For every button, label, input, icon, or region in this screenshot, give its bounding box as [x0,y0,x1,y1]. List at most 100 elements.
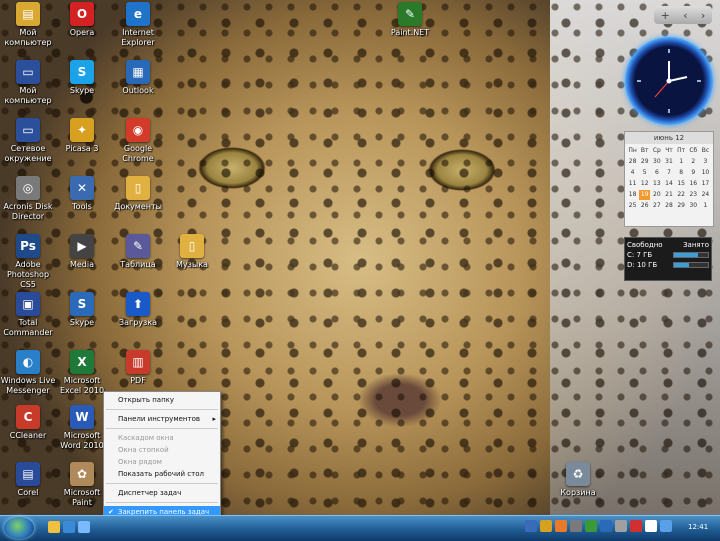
app-icon: ✕ [70,176,94,200]
context-menu-item[interactable]: Окна стопкой [104,444,220,456]
context-menu-item[interactable]: Окна рядом [104,456,220,468]
calendar-date[interactable]: 31 [663,157,674,167]
context-menu-item[interactable]: Диспетчер задач [104,487,220,499]
tray-icon[interactable] [570,520,582,532]
tray-icon[interactable] [585,520,597,532]
calendar-gadget[interactable]: июнь 12 Пн Вт Ср Чт Пт Сб Вс 28 29 30 31 1 2 3 4 5 6 7 8 9 1… [624,131,714,227]
calendar-date[interactable]: 19 [639,190,651,200]
calendar-date[interactable]: 24 [700,190,711,200]
calendar-date[interactable]: 28 [663,201,674,211]
quick-launch-icon[interactable] [78,521,90,533]
calendar-date[interactable]: 5 [639,168,650,178]
context-menu-item[interactable]: Показать рабочий стол [104,468,220,480]
desktop-icon[interactable]: ✎ Таблица [110,234,166,270]
calendar-date[interactable]: 17 [700,179,711,189]
desktop-icon[interactable]: ✿ Microsoft Paint [54,462,110,508]
taskbar-context-menu: Открыть папку Панели инструментов ▸ Каскадо… [103,391,221,533]
gadget-prev-button[interactable]: ‹ [683,9,687,22]
calendar-date[interactable]: 30 [651,157,662,167]
menu-separator [106,428,218,429]
calendar-date[interactable]: 29 [639,157,650,167]
desktop-icon[interactable]: S Skype [54,292,110,328]
tray-icon[interactable] [555,520,567,532]
desktop-icon[interactable]: ▤ Мой компьютер [0,2,56,48]
tray-icon[interactable] [630,520,642,532]
desktop-icon[interactable]: ♻ Корзина [550,462,606,498]
desktop-icon[interactable]: ▭ Сетевое окружение [0,118,56,164]
start-button[interactable] [4,517,34,539]
tray-icon[interactable] [615,520,627,532]
calendar-date[interactable]: 22 [676,190,687,200]
calendar-date[interactable]: 1 [676,157,687,167]
desktop-icon-label: Microsoft Word 2010 [60,431,104,450]
calendar-date[interactable]: 18 [627,190,638,200]
desktop-icon[interactable]: ▶ Media [54,234,110,270]
calendar-date[interactable]: 23 [688,190,699,200]
tray-icon[interactable] [600,520,612,532]
desktop-icon[interactable]: ◎ Acronis Disk Director [0,176,56,222]
desktop-icon[interactable]: ✦ Picasa 3 [54,118,110,154]
desktop-icon-label: Microsoft Excel 2010 [59,376,105,395]
calendar-date[interactable]: 9 [688,168,699,178]
desktop-icon[interactable]: ▯ Музыка [164,234,220,270]
app-icon: ✿ [70,462,94,486]
context-menu-item[interactable]: Открыть папку [104,394,220,406]
desktop-icon[interactable]: ✎ Paint.NET [382,2,438,38]
desktop-icon[interactable]: ⬆ Загрузка [110,292,166,328]
calendar-date[interactable]: 27 [651,201,662,211]
calendar-date[interactable]: 28 [627,157,638,167]
menu-separator [106,502,218,503]
calendar-date[interactable]: 16 [688,179,699,189]
calendar-date[interactable]: 7 [663,168,674,178]
calendar-date[interactable]: 4 [627,168,638,178]
desktop-icon-label: Corel [17,488,39,497]
quick-launch-icon[interactable] [63,521,75,533]
gadget-next-button[interactable]: › [701,9,705,22]
context-menu-item[interactable]: Панели инструментов ▸ [104,413,220,425]
desktop-icon[interactable]: S Skype [54,60,110,96]
desktop-icon[interactable]: ◉ Google Chrome [110,118,166,164]
desktop-icon[interactable]: ▣ Total Commander [0,292,56,338]
desktop-icon[interactable]: ▦ Outlook [110,60,166,96]
calendar-date[interactable]: 6 [651,168,662,178]
desktop-icon[interactable]: ▤ Corel [0,462,56,498]
gadget-add-button[interactable]: + [661,9,670,22]
desktop-icon[interactable]: ◐ Windows Live Messenger [0,350,56,396]
quick-launch-icon[interactable] [48,521,60,533]
desktop-icon[interactable]: W Microsoft Word 2010 [54,405,110,451]
tray-icon[interactable] [645,520,657,532]
drive-meter-gadget[interactable]: Свободно Занято C: 7 ГБ D: 10 ГБ [624,237,712,281]
desktop-icon[interactable]: C CCleaner [0,405,56,441]
calendar-date[interactable]: 1 [700,201,711,211]
calendar-date[interactable]: 30 [688,201,699,211]
desktop-icon[interactable]: e Internet Explorer [110,2,166,48]
calendar-date[interactable]: 8 [676,168,687,178]
tray-icon[interactable] [525,520,537,532]
desktop-icon[interactable]: ▭ Мой компьютер [0,60,56,106]
calendar-date[interactable]: 26 [639,201,650,211]
calendar-date[interactable]: 10 [700,168,711,178]
calendar-date[interactable]: 29 [676,201,687,211]
tray-icon[interactable] [540,520,552,532]
calendar-date[interactable]: 3 [700,157,711,167]
calendar-date[interactable]: 11 [627,179,638,189]
desktop-icon[interactable]: Ps Adobe Photoshop CS5 [0,234,56,290]
context-menu-item[interactable]: Каскадом окна [104,432,220,444]
desktop-icon[interactable]: O Opera [54,2,110,38]
calendar-date[interactable]: 25 [627,201,638,211]
app-icon: e [126,2,150,26]
calendar-date[interactable]: 12 [639,179,650,189]
calendar-date[interactable]: 13 [651,179,662,189]
desktop-icon[interactable]: ✕ Tools [54,176,110,212]
tray-clock[interactable]: 12:41 [688,523,708,531]
tray-icon[interactable] [660,520,672,532]
calendar-date[interactable]: 15 [676,179,687,189]
desktop-icon[interactable]: X Microsoft Excel 2010 [54,350,110,396]
calendar-date[interactable]: 21 [663,190,674,200]
calendar-date[interactable]: 20 [651,190,662,200]
calendar-date[interactable]: 14 [663,179,674,189]
desktop-icon[interactable]: ▥ PDF [110,350,166,386]
calendar-date[interactable]: 2 [688,157,699,167]
clock-gadget[interactable] [625,37,713,125]
desktop-icon[interactable]: ▯ Документы [110,176,166,212]
